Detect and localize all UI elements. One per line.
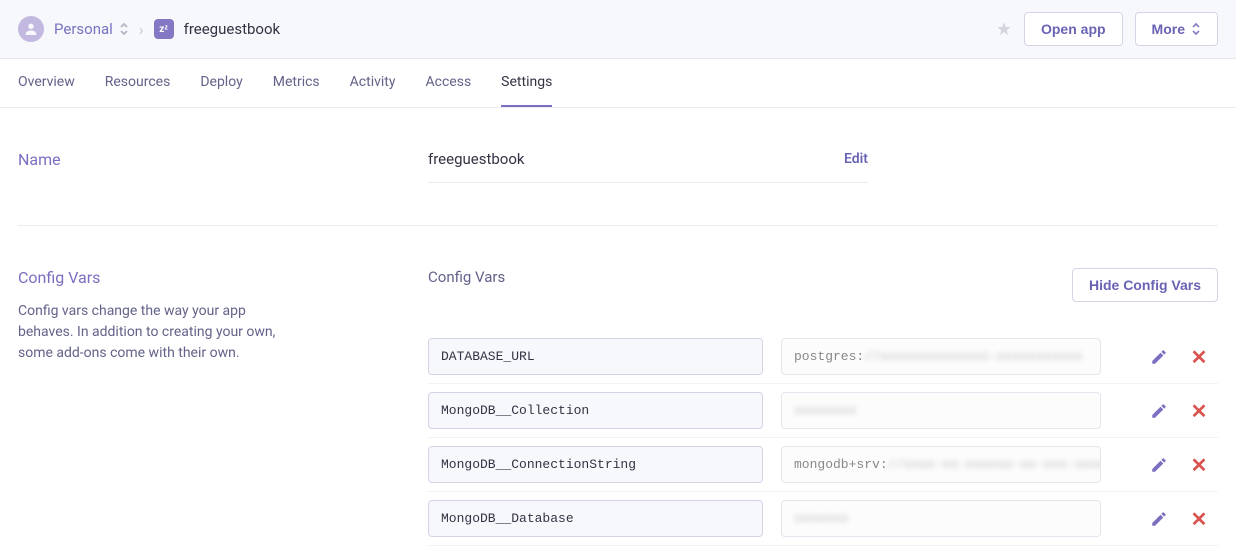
app-name-label: freeguestbook (184, 20, 281, 38)
config-var-key[interactable]: DATABASE_URL (428, 338, 763, 375)
more-button[interactable]: More (1135, 12, 1218, 46)
close-icon[interactable]: ✕ (1190, 510, 1208, 528)
config-var-value[interactable]: postgres://xxxxxxxxxxxxxx-xxxxxxxxxxx (781, 338, 1101, 375)
config-var-value[interactable]: xxxxxxxx (781, 392, 1101, 429)
config-var-row: MongoDB__ConnectionString mongodb+srv://x… (428, 438, 1218, 492)
user-icon (23, 21, 39, 37)
open-app-button[interactable]: Open app (1024, 12, 1123, 46)
config-var-key[interactable]: MongoDB__Collection (428, 392, 763, 429)
hide-config-vars-label: Hide Config Vars (1089, 277, 1201, 293)
name-section: Name freeguestbook Edit (18, 108, 1218, 226)
tab-resources[interactable]: Resources (105, 59, 171, 107)
more-label: More (1152, 21, 1185, 37)
pencil-icon[interactable] (1150, 348, 1168, 366)
close-icon[interactable]: ✕ (1190, 402, 1208, 420)
updown-icon (1191, 22, 1201, 36)
close-icon[interactable]: ✕ (1190, 456, 1208, 474)
config-var-actions: ✕ (1150, 456, 1218, 474)
tab-access[interactable]: Access (426, 59, 472, 107)
breadcrumb: Personal › zᶻ freeguestbook (18, 16, 280, 42)
config-var-row: MongoDB__Database xxxxxxx ✕ (428, 492, 1218, 546)
name-value: freeguestbook (428, 150, 824, 168)
config-var-key[interactable]: MongoDB__ConnectionString (428, 446, 763, 483)
workspace-name: Personal (54, 20, 113, 38)
hide-config-vars-button[interactable]: Hide Config Vars (1072, 268, 1218, 302)
name-section-title: Name (18, 150, 428, 169)
config-vars-section: Config Vars Config vars change the way y… (18, 226, 1218, 546)
config-var-actions: ✕ (1150, 510, 1218, 528)
workspace-selector[interactable]: Personal (54, 20, 129, 38)
content: Name freeguestbook Edit Config Vars Conf… (0, 108, 1236, 546)
tab-metrics[interactable]: Metrics (273, 59, 320, 107)
config-var-key[interactable]: MongoDB__Database (428, 500, 763, 537)
config-var-row: DATABASE_URL postgres://xxxxxxxxxxxxxx-xx… (428, 330, 1218, 384)
edit-name-button[interactable]: Edit (844, 151, 868, 167)
star-icon[interactable]: ★ (996, 19, 1012, 40)
avatar[interactable] (18, 16, 44, 42)
tab-bar: Overview Resources Deploy Metrics Activi… (0, 59, 1236, 108)
chevron-right-icon: › (139, 20, 144, 39)
config-var-row: MongoDB__Collection xxxxxxxx ✕ (428, 384, 1218, 438)
pencil-icon[interactable] (1150, 510, 1168, 528)
tab-deploy[interactable]: Deploy (200, 59, 242, 107)
app-hexagon-icon: zᶻ (154, 19, 174, 39)
config-section-title: Config Vars (18, 268, 428, 287)
pencil-icon[interactable] (1150, 456, 1168, 474)
tab-overview[interactable]: Overview (18, 59, 75, 107)
open-app-label: Open app (1041, 21, 1106, 37)
pencil-icon[interactable] (1150, 402, 1168, 420)
close-icon[interactable]: ✕ (1190, 348, 1208, 366)
tab-activity[interactable]: Activity (350, 59, 396, 107)
config-vars-label: Config Vars (428, 268, 505, 286)
config-section-description: Config vars change the way your app beha… (18, 301, 298, 364)
header-actions: ★ Open app More (996, 12, 1218, 46)
config-var-value[interactable]: xxxxxxx (781, 500, 1101, 537)
config-var-value[interactable]: mongodb+srv://xxxx-xx-xxxxxx-xx-xxx-xxxx… (781, 446, 1101, 483)
tab-settings[interactable]: Settings (501, 59, 552, 107)
config-var-actions: ✕ (1150, 402, 1218, 420)
config-var-actions: ✕ (1150, 348, 1218, 366)
updown-icon (119, 22, 129, 36)
header-bar: Personal › zᶻ freeguestbook ★ Open app M… (0, 0, 1236, 59)
